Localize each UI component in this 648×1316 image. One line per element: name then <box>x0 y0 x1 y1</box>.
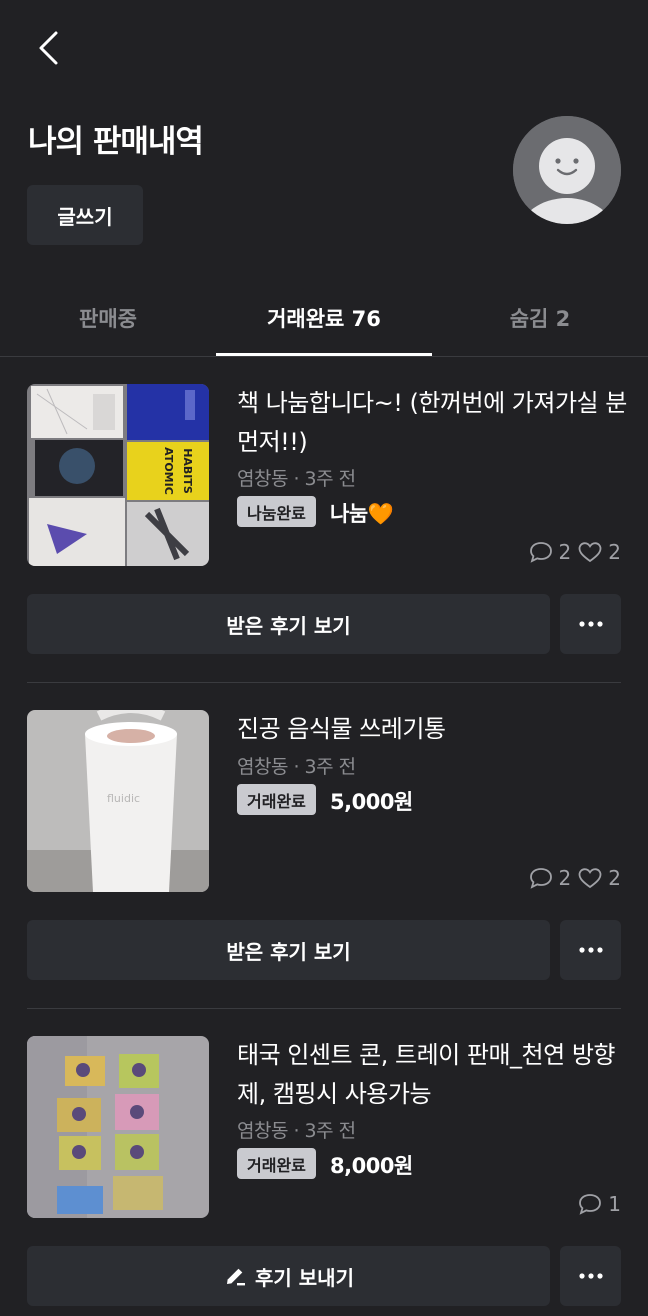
divider <box>27 682 621 683</box>
comment-count: 1 <box>577 1192 621 1216</box>
chat-icon <box>529 868 552 889</box>
avatar[interactable] <box>513 116 621 224</box>
comment-count-value: 1 <box>608 1192 621 1216</box>
status-badge: 거래완료 <box>237 1148 316 1179</box>
send-review-button[interactable]: 후기 보내기 <box>27 1246 550 1306</box>
heart-icon <box>578 542 602 563</box>
like-count: 2 <box>577 866 621 890</box>
send-review-label: 후기 보내기 <box>255 1265 354 1290</box>
comment-count: 2 <box>528 866 572 890</box>
comment-count: 2 <box>528 540 572 564</box>
svg-text:ATOMIC: ATOMIC <box>162 447 175 495</box>
item-price: 5,000원 <box>330 790 413 814</box>
chat-icon <box>579 1194 602 1215</box>
write-button[interactable]: 글쓰기 <box>27 185 143 245</box>
status-badge: 나눔완료 <box>237 496 316 527</box>
trash-bin-photo: fluidic <box>27 710 209 892</box>
item-thumbnail[interactable] <box>27 1036 209 1218</box>
svg-text:HABITS: HABITS <box>181 448 194 494</box>
item-title[interactable]: 책 나눔합니다~! (한꺼번에 가져가실 분 먼저!!) <box>237 384 627 462</box>
comment-count-value: 2 <box>558 540 572 564</box>
comment-count-value: 2 <box>558 866 572 890</box>
chevron-left-icon <box>39 31 58 65</box>
list-item[interactable]: 태국 인센트 콘, 트레이 판매_천연 방향제, 캠핑시 사용가능 염창동 · … <box>0 1036 648 1316</box>
tab-completed[interactable]: 거래완료 76 <box>216 280 432 356</box>
like-count-value: 2 <box>608 866 621 890</box>
page-title: 나의 판매내역 <box>28 124 204 160</box>
brand-text: fluidic <box>107 792 140 805</box>
item-thumbnail[interactable]: fluidic <box>27 710 209 892</box>
more-options-button[interactable] <box>560 1246 621 1306</box>
heart-icon <box>578 868 602 889</box>
item-meta: 염창동 · 3주 전 <box>237 756 356 778</box>
tab-selling[interactable]: 판매중 <box>0 280 216 356</box>
item-price: 나눔🧡 <box>330 502 394 526</box>
item-meta: 염창동 · 3주 전 <box>237 468 356 490</box>
incense-boxes-photo <box>27 1036 209 1218</box>
more-options-button[interactable] <box>560 594 621 654</box>
more-horizontal-icon <box>578 1273 603 1279</box>
sales-history-screen: 나의 판매내역 글쓰기 판매중 거래완료 76 숨김 2 ATOMIC HABI… <box>0 0 648 1316</box>
back-button[interactable] <box>26 26 70 70</box>
more-horizontal-icon <box>578 947 603 953</box>
item-price: 8,000원 <box>330 1154 413 1178</box>
list-item[interactable]: ATOMIC HABITS 책 나눔합니다~! (한꺼번에 가져가실 분 먼저!… <box>0 384 648 710</box>
item-stats: 2 2 <box>528 864 621 892</box>
list-item[interactable]: fluidic 진공 음식물 쓰레기통 염창동 · 3주 전 거래완료 5,00… <box>0 710 648 1036</box>
item-title[interactable]: 태국 인센트 콘, 트레이 판매_천연 방향제, 캠핑시 사용가능 <box>237 1036 627 1114</box>
profile-placeholder-icon <box>513 116 621 224</box>
tab-bar: 판매중 거래완료 76 숨김 2 <box>0 280 648 357</box>
pencil-icon <box>227 1268 246 1286</box>
divider <box>27 1008 621 1009</box>
more-horizontal-icon <box>578 621 603 627</box>
view-review-button[interactable]: 받은 후기 보기 <box>27 920 550 980</box>
tab-hidden[interactable]: 숨김 2 <box>432 280 648 356</box>
item-thumbnail[interactable]: ATOMIC HABITS <box>27 384 209 566</box>
view-review-button[interactable]: 받은 후기 보기 <box>27 594 550 654</box>
status-badge: 거래완료 <box>237 784 316 815</box>
tab-indicator <box>216 353 432 356</box>
chat-icon <box>529 542 552 563</box>
more-options-button[interactable] <box>560 920 621 980</box>
view-review-label: 받은 후기 보기 <box>226 613 351 638</box>
like-count: 2 <box>577 540 621 564</box>
like-count-value: 2 <box>608 540 621 564</box>
item-stats: 1 <box>577 1190 621 1218</box>
item-meta: 염창동 · 3주 전 <box>237 1120 356 1142</box>
view-review-label: 받은 후기 보기 <box>226 939 351 964</box>
books-photo: ATOMIC HABITS <box>27 384 209 566</box>
item-stats: 2 2 <box>528 538 621 566</box>
item-title[interactable]: 진공 음식물 쓰레기통 <box>237 710 627 749</box>
